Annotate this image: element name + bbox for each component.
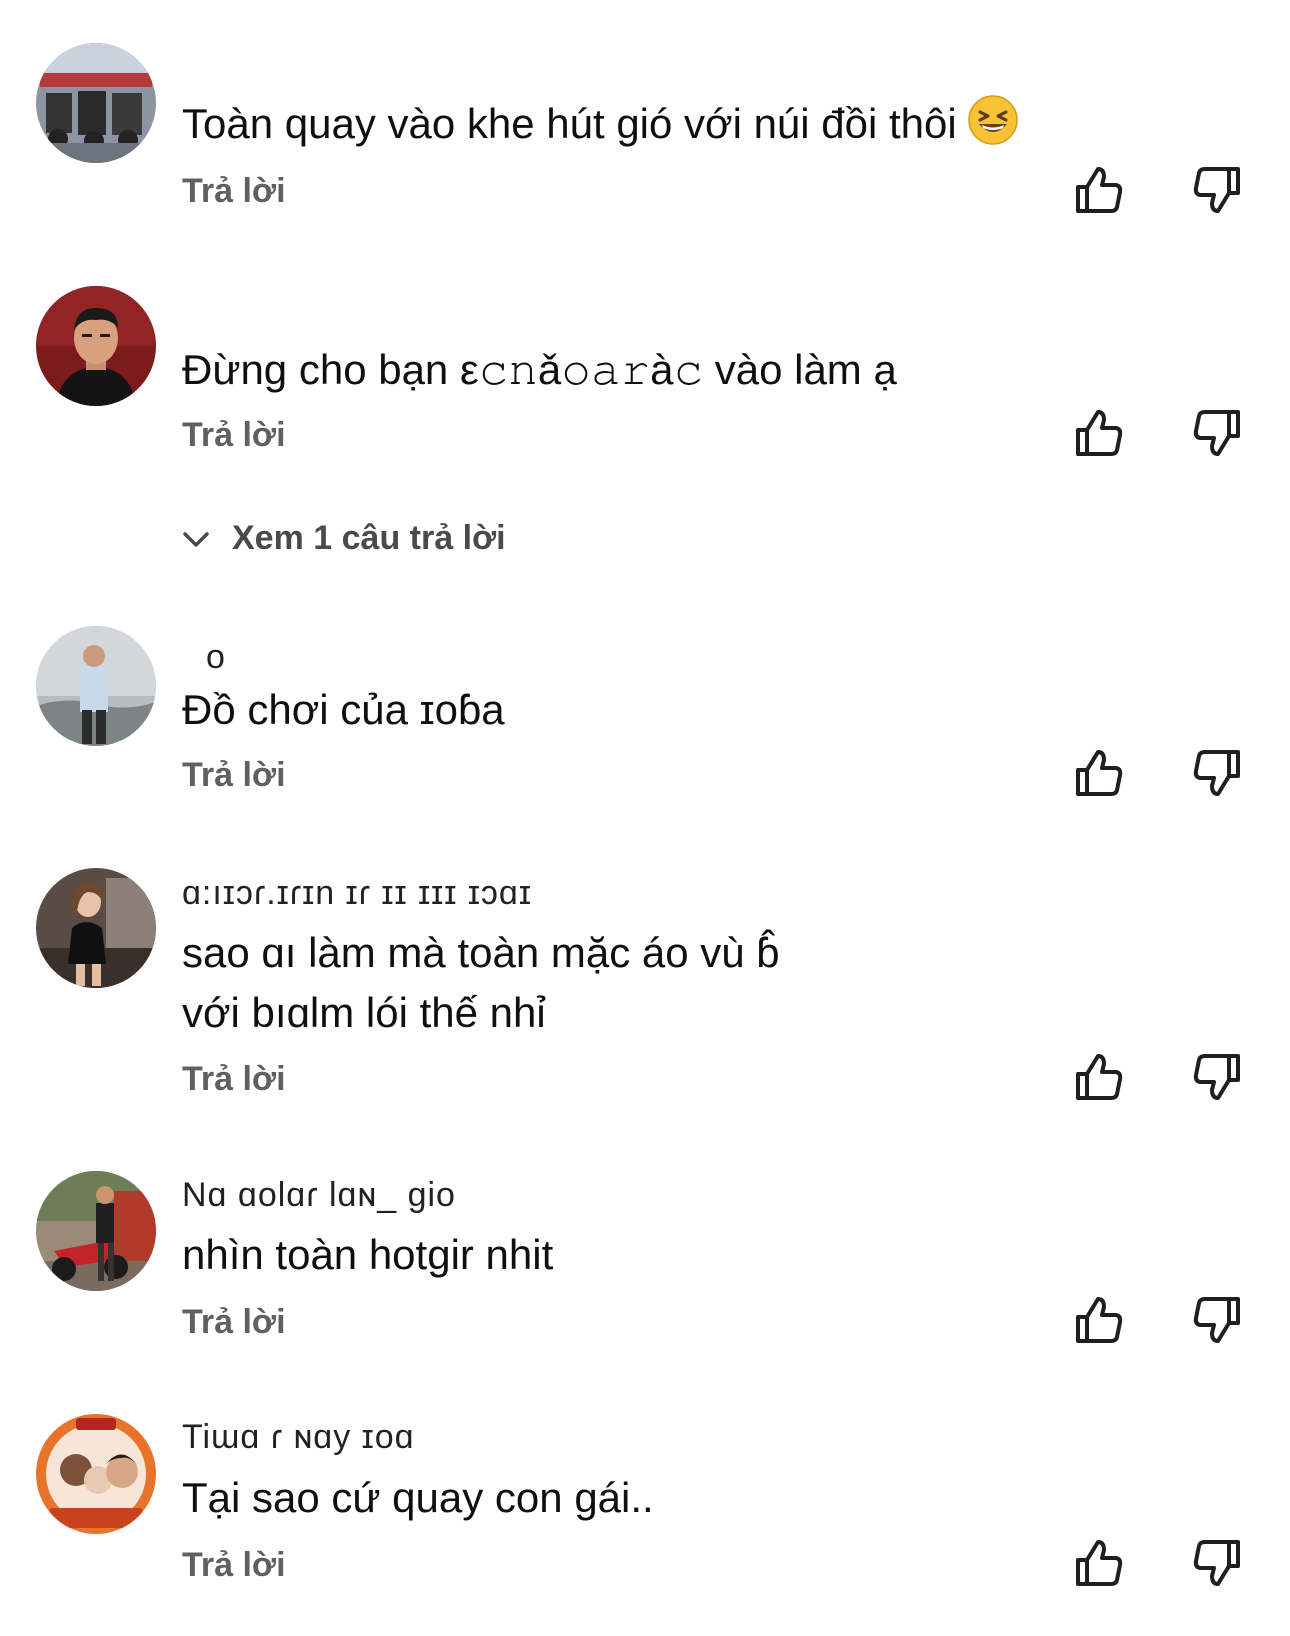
thumbs-down-icon[interactable]	[1190, 1293, 1244, 1347]
comment-text: sao ɑı làm mà toàn mặc áo vù ɓ̂ với bıɑl…	[182, 929, 780, 1036]
thumbs-up-icon[interactable]	[1072, 1536, 1126, 1590]
thumbs-up-icon[interactable]	[1072, 1050, 1126, 1104]
thumbs-down-icon[interactable]	[1190, 163, 1244, 217]
thumbs-up-icon[interactable]	[1072, 406, 1126, 460]
comment-text: Toàn quay vào khe hút gió với núi đồi th…	[182, 94, 1082, 154]
comment-author[interactable]: ɑ:ıɪɔɾ.ɪɾɪn ɪɾ ɪɪ ɪɪɪ ɪɔɑɪ	[182, 874, 532, 913]
avatar[interactable]	[36, 868, 156, 988]
comment-text: nhìn toàn hotgir nhit	[182, 1231, 554, 1278]
reply-button[interactable]: Trả lời	[182, 1060, 286, 1099]
thumbs-down-icon[interactable]	[1190, 1050, 1244, 1104]
chevron-down-icon	[183, 531, 209, 547]
thumbs-up-icon[interactable]	[1072, 163, 1126, 217]
reply-button[interactable]: Trả lời	[182, 1303, 286, 1342]
thumbs-up-icon[interactable]	[1072, 1293, 1126, 1347]
comment-text: Tại sao cứ quay con gái..	[182, 1474, 654, 1521]
avatar[interactable]	[36, 1414, 156, 1534]
comment-author[interactable]: Nɑ ɑolɑɾ lɑɴ_ gio	[182, 1176, 456, 1215]
thumbs-up-icon[interactable]	[1072, 746, 1126, 800]
avatar[interactable]	[36, 286, 156, 406]
view-replies-button[interactable]: Xem 1 câu trả lời	[180, 519, 506, 558]
reply-button[interactable]: Trả lời	[182, 756, 286, 795]
avatar[interactable]	[36, 43, 156, 163]
comment-author[interactable]: o	[206, 638, 226, 677]
reply-button[interactable]: Trả lời	[182, 172, 286, 211]
reply-button[interactable]: Trả lời	[182, 416, 286, 455]
thumbs-down-icon[interactable]	[1190, 1536, 1244, 1590]
grinning-squinting-face-emoji	[967, 94, 1019, 146]
comment-author[interactable]: Tiɯɑ ɾ ɴɑy ɪoɑ	[182, 1418, 415, 1457]
avatar[interactable]	[36, 626, 156, 746]
reply-button[interactable]: Trả lời	[182, 1546, 286, 1585]
avatar[interactable]	[36, 1171, 156, 1291]
comment-text: Đừng cho bạn ε𝚌𝚗ǎ𝚘𝚊𝚛à𝚌 vào làm ạ	[182, 346, 897, 393]
thumbs-down-icon[interactable]	[1190, 746, 1244, 800]
comment-text: Đồ chơi của ɪoɓa	[182, 686, 505, 733]
view-replies-label: Xem 1 câu trả lời	[232, 519, 506, 557]
thumbs-down-icon[interactable]	[1190, 406, 1244, 460]
